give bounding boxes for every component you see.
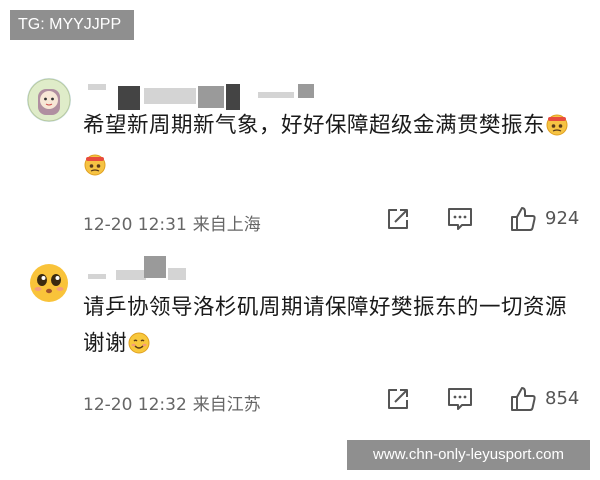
comment-icon[interactable]: [445, 204, 475, 234]
top-watermark: TG: MYYJJPP: [10, 10, 134, 40]
share-icon[interactable]: [383, 384, 413, 414]
bottom-watermark: www.chn-only-leyusport.com: [347, 440, 590, 470]
comment-text: 请乒协领导洛杉矶周期请保障好樊振东的一切资源谢谢: [83, 290, 588, 366]
comment-icon[interactable]: [445, 384, 475, 414]
username-redacted[interactable]: [88, 256, 348, 290]
like-count: 854: [545, 388, 580, 409]
angry-face-emoji-icon: [546, 112, 568, 148]
thumbs-up-icon[interactable]: [508, 204, 538, 234]
angry-face-emoji-icon: [84, 152, 106, 188]
thumbs-up-icon[interactable]: [508, 384, 538, 414]
username-redacted[interactable]: [88, 74, 348, 110]
like-count: 924: [545, 208, 580, 229]
avatar[interactable]: [27, 260, 71, 304]
share-icon[interactable]: [383, 204, 413, 234]
comment-text: 希望新周期新气象，好好保障超级金满贯樊振东: [83, 108, 588, 188]
smiling-face-emoji-icon: [128, 330, 150, 366]
avatar[interactable]: [27, 78, 71, 122]
